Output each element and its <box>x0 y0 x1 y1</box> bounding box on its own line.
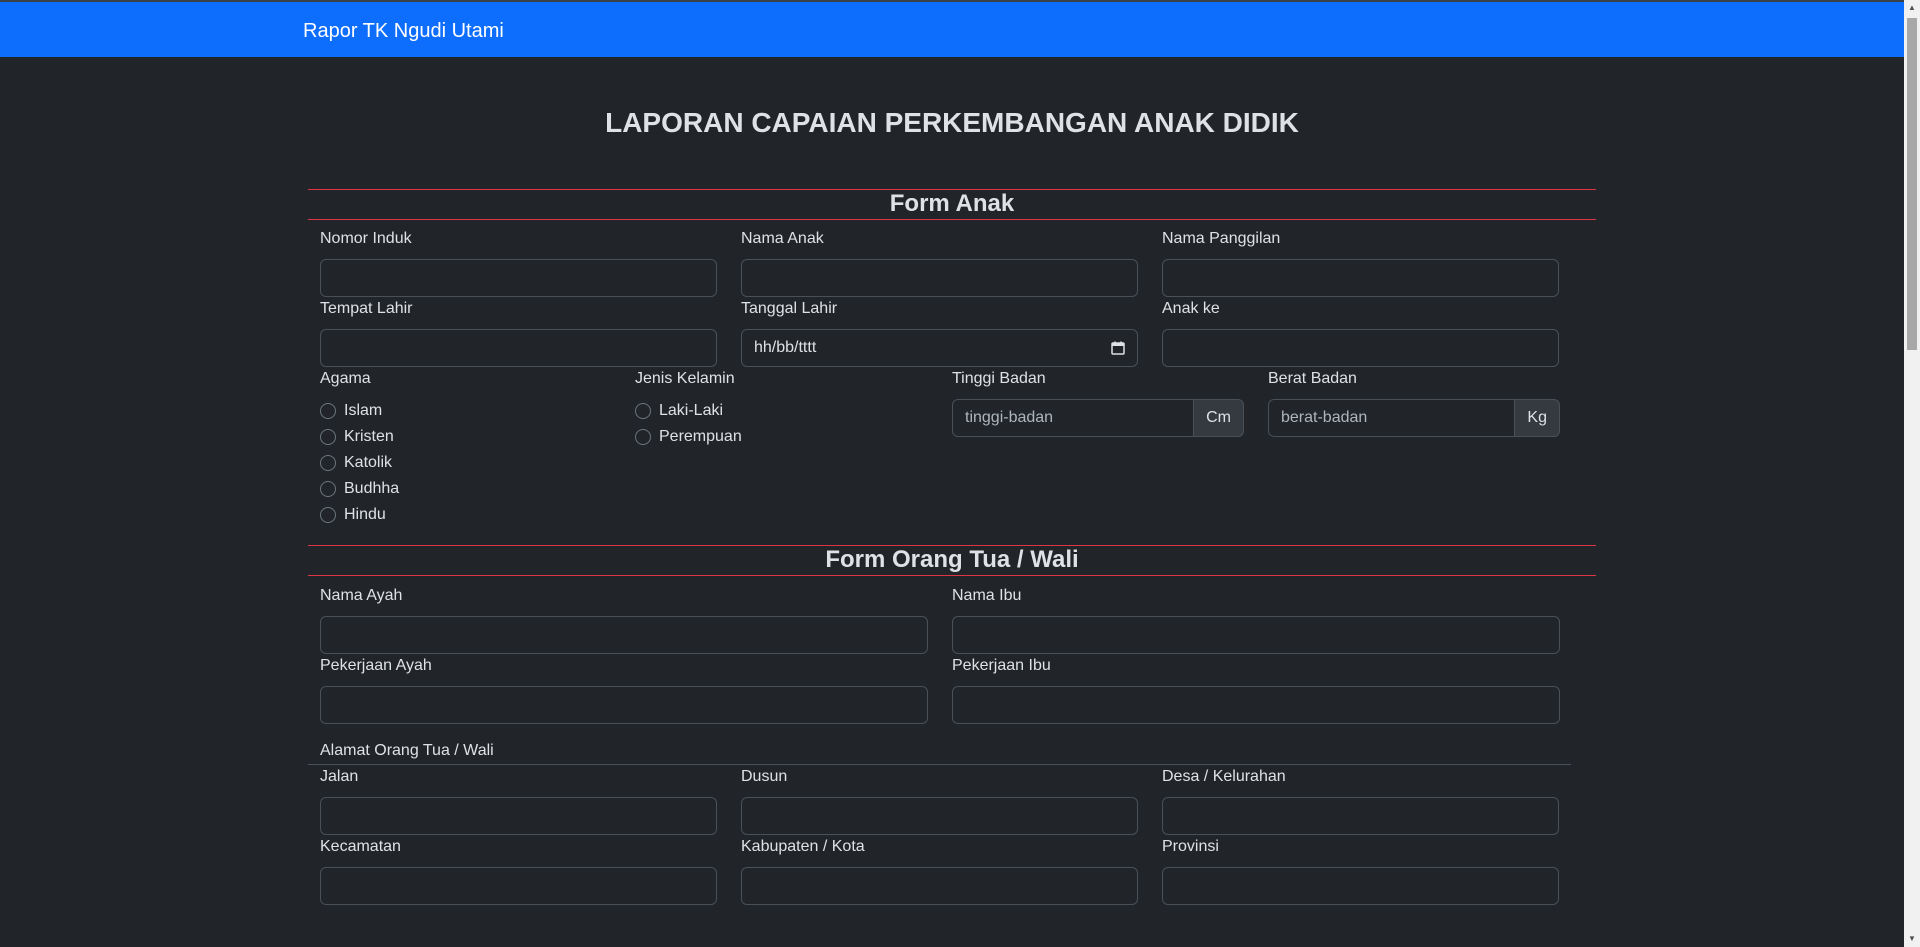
radio-jk-laki-laki-label: Laki-Laki <box>659 402 724 419</box>
nama-panggilan-label: Nama Panggilan <box>1162 230 1281 247</box>
radio-jk-laki-laki[interactable]: Laki-Laki <box>635 402 723 420</box>
agama-label: Agama <box>320 370 371 387</box>
alamat-divider <box>308 764 1571 765</box>
radio-agama-hindu-label: Hindu <box>344 506 386 523</box>
calendar-icon[interactable] <box>1111 341 1125 355</box>
desa-label: Desa / Kelurahan <box>1162 768 1286 785</box>
jenis-kelamin-label: Jenis Kelamin <box>635 370 735 387</box>
berat-badan-label: Berat Badan <box>1268 370 1357 387</box>
nomor-induk-input[interactable] <box>320 259 717 297</box>
radio-agama-kristen[interactable]: Kristen <box>320 428 394 446</box>
alamat-label: Alamat Orang Tua / Wali <box>320 742 494 759</box>
tempat-lahir-label: Tempat Lahir <box>320 300 413 317</box>
page-title: LAPORAN CAPAIAN PERKEMBANGAN ANAK DIDIK <box>605 107 1299 138</box>
berat-badan-group: berat-badan Kg <box>1268 399 1560 437</box>
nama-ibu-label: Nama Ibu <box>952 587 1022 604</box>
nama-anak-label: Nama Anak <box>741 230 824 247</box>
kecamatan-label: Kecamatan <box>320 838 401 855</box>
pekerjaan-ayah-label: Pekerjaan Ayah <box>320 657 432 674</box>
tinggi-badan-input[interactable]: tinggi-badan <box>952 399 1195 437</box>
radio-circle[interactable] <box>320 507 336 523</box>
scroll-down-icon[interactable]: ▼ <box>1904 931 1920 947</box>
nomor-induk-label: Nomor Induk <box>320 230 412 247</box>
berat-badan-input[interactable]: berat-badan <box>1268 399 1516 437</box>
dusun-input[interactable] <box>741 797 1138 835</box>
radio-circle[interactable] <box>320 481 336 497</box>
radio-circle[interactable] <box>320 403 336 419</box>
tanggal-lahir-value: hh/bb/tttt <box>754 339 817 356</box>
navbar-brand[interactable]: Rapor TK Ngudi Utami <box>303 20 504 43</box>
radio-agama-islam-label: Islam <box>344 402 383 419</box>
navbar: Rapor TK Ngudi Utami <box>0 0 1904 57</box>
tempat-lahir-input[interactable] <box>320 329 717 367</box>
anak-ke-label: Anak ke <box>1162 300 1220 317</box>
provinsi-label: Provinsi <box>1162 838 1219 855</box>
section-header-form-anak: Form Anak <box>308 189 1596 220</box>
radio-agama-kristen-label: Kristen <box>344 428 394 445</box>
jalan-input[interactable] <box>320 797 717 835</box>
kabupaten-input[interactable] <box>741 867 1138 905</box>
nama-anak-input[interactable] <box>741 259 1138 297</box>
radio-jk-perempuan[interactable]: Perempuan <box>635 428 742 446</box>
radio-jk-perempuan-label: Perempuan <box>659 428 742 445</box>
radio-agama-katolik[interactable]: Katolik <box>320 454 392 472</box>
radio-agama-islam[interactable]: Islam <box>320 402 382 420</box>
tinggi-badan-label: Tinggi Badan <box>952 370 1046 387</box>
scroll-up-icon[interactable]: ▲ <box>1904 0 1920 16</box>
pekerjaan-ibu-label: Pekerjaan Ibu <box>952 657 1051 674</box>
desa-input[interactable] <box>1162 797 1559 835</box>
dusun-label: Dusun <box>741 768 788 785</box>
berat-badan-unit: Kg <box>1515 399 1560 437</box>
nama-ibu-input[interactable] <box>952 616 1560 654</box>
tinggi-badan-group: tinggi-badan Cm <box>952 399 1244 437</box>
scrollbar-thumb[interactable] <box>1907 18 1917 350</box>
radio-circle[interactable] <box>320 455 336 471</box>
pekerjaan-ibu-input[interactable] <box>952 686 1560 724</box>
radio-circle[interactable] <box>635 429 651 445</box>
nama-ayah-input[interactable] <box>320 616 928 654</box>
nama-panggilan-input[interactable] <box>1162 259 1559 297</box>
anak-ke-input[interactable] <box>1162 329 1559 367</box>
radio-circle[interactable] <box>635 403 651 419</box>
jalan-label: Jalan <box>320 768 359 785</box>
radio-agama-katolik-label: Katolik <box>344 454 393 471</box>
nama-ayah-label: Nama Ayah <box>320 587 403 604</box>
kabupaten-label: Kabupaten / Kota <box>741 838 865 855</box>
vertical-scrollbar[interactable]: ▲ ▼ <box>1904 0 1920 947</box>
radio-agama-hindu[interactable]: Hindu <box>320 506 386 524</box>
section-header-form-ortu: Form Orang Tua / Wali <box>308 545 1596 576</box>
provinsi-input[interactable] <box>1162 867 1559 905</box>
tanggal-lahir-input[interactable]: hh/bb/tttt <box>741 329 1138 367</box>
pekerjaan-ayah-input[interactable] <box>320 686 928 724</box>
radio-agama-budhha-label: Budhha <box>344 480 400 497</box>
tinggi-badan-unit: Cm <box>1194 399 1244 437</box>
radio-agama-budhha[interactable]: Budhha <box>320 480 399 498</box>
kecamatan-input[interactable] <box>320 867 717 905</box>
radio-circle[interactable] <box>320 429 336 445</box>
tanggal-lahir-label: Tanggal Lahir <box>741 300 838 317</box>
